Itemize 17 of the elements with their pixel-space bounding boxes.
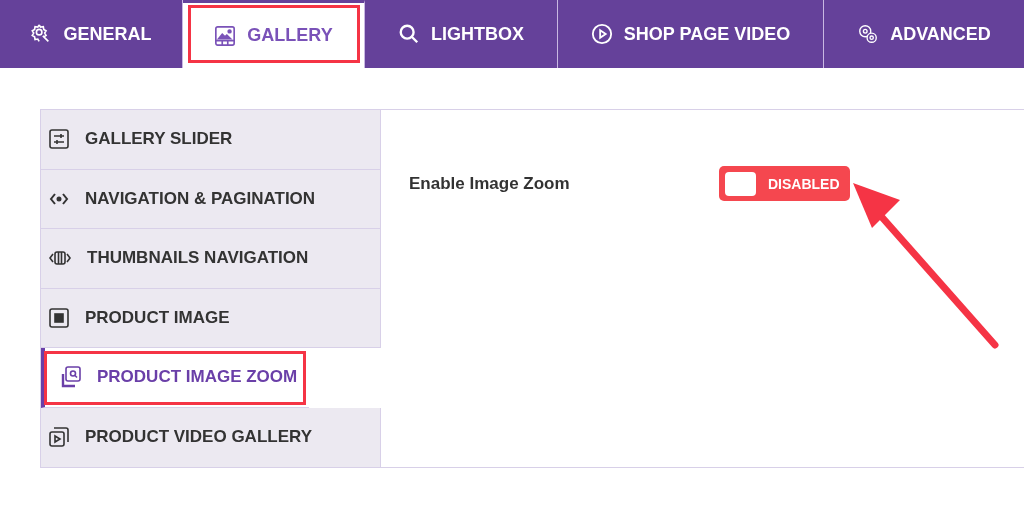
sidebar-item[interactable]: PRODUCT IMAGE ZOOM <box>41 348 309 408</box>
image-frame-icon <box>49 307 69 328</box>
sidebar-item[interactable]: PRODUCT IMAGE <box>41 288 381 348</box>
gears-icon <box>857 23 880 45</box>
sidebar-item[interactable]: NAVIGATION & PAGINATION <box>41 169 381 229</box>
search-icon <box>398 23 420 45</box>
zoom-image-icon <box>59 366 81 389</box>
sidebar-item[interactable]: GALLERY SLIDER <box>41 110 381 170</box>
setting-label: Enable Image Zoom <box>409 173 571 194</box>
video-stack-icon <box>49 427 69 448</box>
sliders-icon <box>49 129 69 150</box>
sidebar-item[interactable]: THUMBNAILS NAVIGATION <box>41 229 381 289</box>
play-icon <box>590 23 613 45</box>
sidebar-item[interactable]: PRODUCT VIDEO GALLERY <box>41 407 381 467</box>
toggle-switch[interactable]: DISABLED <box>719 166 850 201</box>
tab[interactable]: GALLERY <box>183 0 365 68</box>
image-icon <box>214 24 237 47</box>
